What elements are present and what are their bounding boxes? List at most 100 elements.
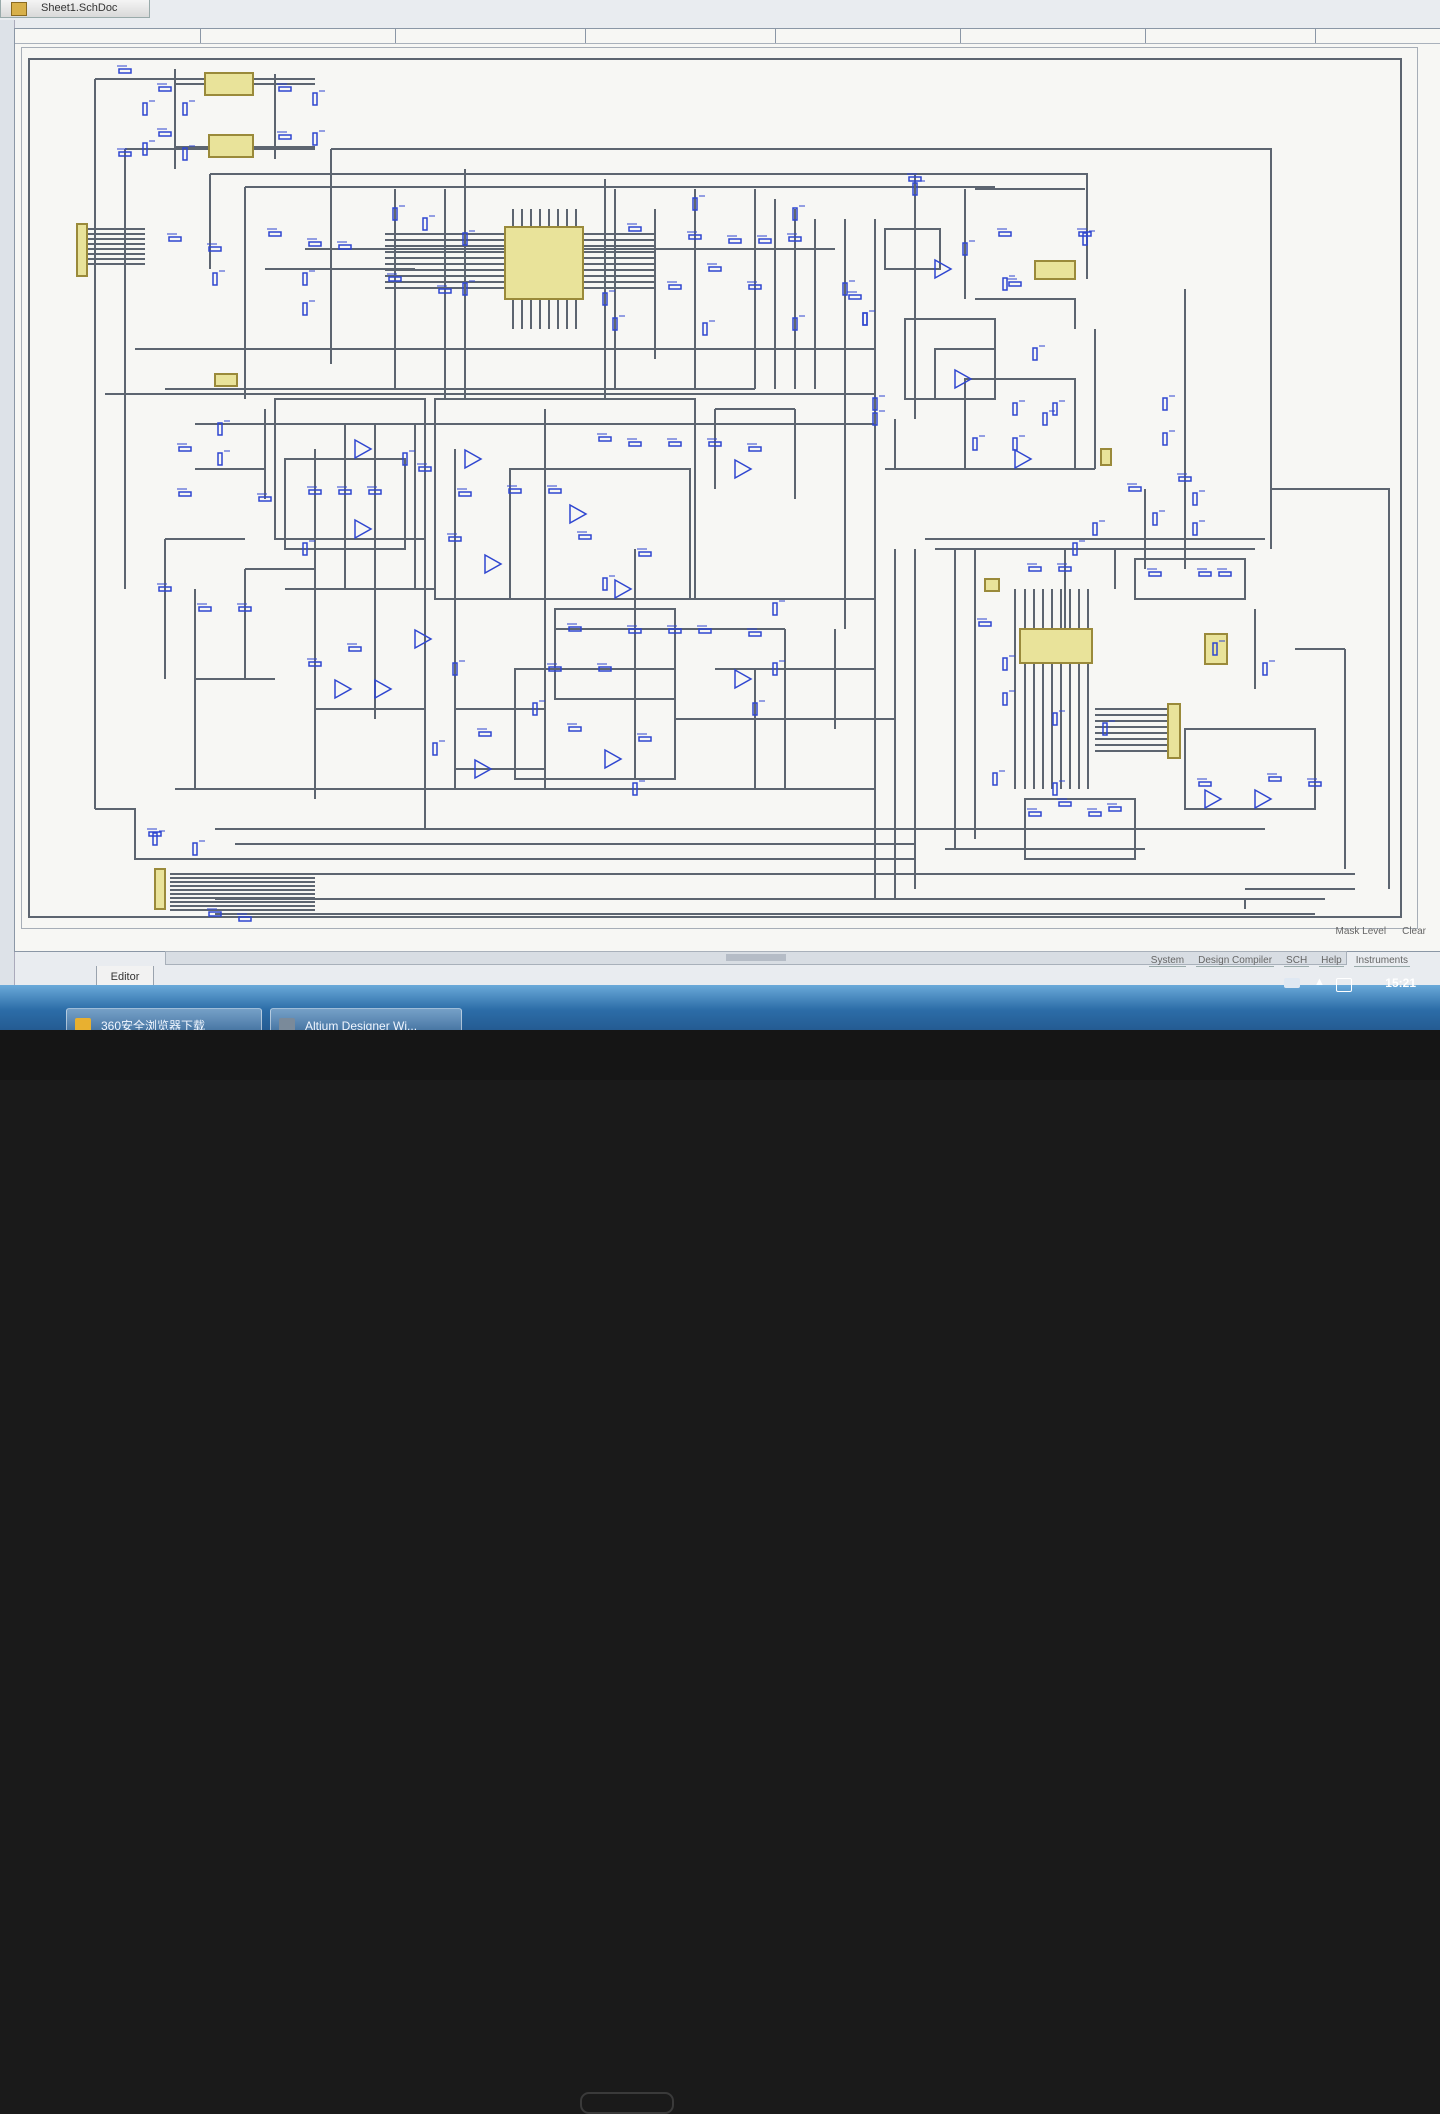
passive-component[interactable] bbox=[1052, 710, 1065, 726]
regulator-chip[interactable] bbox=[204, 72, 254, 96]
passive-component[interactable] bbox=[142, 100, 155, 116]
passive-component[interactable] bbox=[277, 131, 292, 140]
passive-component[interactable] bbox=[992, 770, 1005, 786]
passive-component[interactable] bbox=[637, 733, 652, 742]
passive-component[interactable] bbox=[1012, 400, 1025, 416]
op-amp-symbol[interactable] bbox=[414, 628, 433, 650]
passive-component[interactable] bbox=[307, 238, 322, 247]
passive-component[interactable] bbox=[157, 128, 172, 137]
op-amp-symbol[interactable] bbox=[1204, 788, 1223, 810]
passive-component[interactable] bbox=[1052, 400, 1065, 416]
passive-component[interactable] bbox=[267, 228, 282, 237]
taskbar-item-browser[interactable]: 360安全浏览器下载 bbox=[66, 1008, 262, 1030]
passive-component[interactable] bbox=[312, 130, 325, 146]
passive-component[interactable] bbox=[422, 215, 435, 231]
bottom-connector[interactable] bbox=[154, 868, 166, 910]
passive-component[interactable] bbox=[847, 291, 862, 300]
passive-component[interactable] bbox=[1002, 690, 1015, 706]
passive-component[interactable] bbox=[862, 310, 875, 326]
passive-component[interactable] bbox=[627, 223, 642, 232]
passive-component[interactable] bbox=[277, 83, 292, 92]
passive-component[interactable] bbox=[697, 625, 712, 634]
passive-component[interactable] bbox=[1087, 808, 1102, 817]
status-link-design-compiler[interactable]: Design Compiler bbox=[1196, 955, 1275, 967]
passive-component[interactable] bbox=[997, 228, 1012, 237]
passive-component[interactable] bbox=[602, 575, 615, 591]
op-amp-symbol[interactable] bbox=[604, 748, 623, 770]
passive-component[interactable] bbox=[337, 241, 352, 250]
op-amp-symbol[interactable] bbox=[614, 578, 633, 600]
passive-component[interactable] bbox=[1027, 808, 1042, 817]
passive-component[interactable] bbox=[432, 740, 445, 756]
passive-component[interactable] bbox=[972, 435, 985, 451]
tray-expand-icon[interactable]: ▲ bbox=[1314, 976, 1325, 988]
mask-level-button[interactable]: Mask Level bbox=[1332, 925, 1391, 938]
passive-component[interactable] bbox=[182, 100, 195, 116]
passive-component[interactable] bbox=[177, 443, 192, 452]
passive-component[interactable] bbox=[547, 485, 562, 494]
op-amp-symbol[interactable] bbox=[374, 678, 393, 700]
passive-component[interactable] bbox=[1092, 520, 1105, 536]
logic-ic-chip[interactable] bbox=[1019, 628, 1093, 664]
op-amp-symbol[interactable] bbox=[734, 668, 753, 690]
passive-component[interactable] bbox=[1192, 520, 1205, 536]
monitor-icon[interactable] bbox=[1336, 978, 1352, 992]
op-amp-symbol[interactable] bbox=[334, 678, 353, 700]
passive-component[interactable] bbox=[1147, 568, 1162, 577]
passive-component[interactable] bbox=[212, 270, 225, 286]
op-amp-symbol[interactable] bbox=[354, 518, 373, 540]
passive-component[interactable] bbox=[1217, 568, 1232, 577]
regulator-chip[interactable] bbox=[208, 134, 254, 158]
passive-component[interactable] bbox=[567, 723, 582, 732]
passive-component[interactable] bbox=[667, 438, 682, 447]
passive-component[interactable] bbox=[192, 840, 205, 856]
passive-component[interactable] bbox=[1002, 655, 1015, 671]
microcontroller-chip[interactable] bbox=[504, 226, 584, 300]
passive-component[interactable] bbox=[702, 320, 715, 336]
small-ic-chip[interactable] bbox=[1204, 633, 1228, 665]
passive-component[interactable] bbox=[1007, 278, 1022, 287]
passive-component[interactable] bbox=[1162, 395, 1175, 411]
passive-component[interactable] bbox=[977, 618, 992, 627]
passive-component[interactable] bbox=[627, 438, 642, 447]
connector-chip[interactable] bbox=[1100, 448, 1112, 466]
op-amp-symbol[interactable] bbox=[734, 458, 753, 480]
passive-component[interactable] bbox=[1082, 230, 1095, 246]
op-amp-symbol[interactable] bbox=[1014, 448, 1033, 470]
op-amp-symbol[interactable] bbox=[464, 448, 483, 470]
passive-component[interactable] bbox=[707, 263, 722, 272]
passive-component[interactable] bbox=[1012, 435, 1025, 451]
passive-component[interactable] bbox=[237, 913, 252, 922]
passive-component[interactable] bbox=[1057, 798, 1072, 807]
passive-component[interactable] bbox=[477, 728, 492, 737]
connector-chip[interactable] bbox=[984, 578, 1000, 592]
passive-component[interactable] bbox=[1152, 510, 1165, 526]
passive-component[interactable] bbox=[597, 433, 612, 442]
taskbar-item-altium[interactable]: Altium Designer Wi... bbox=[270, 1008, 462, 1030]
passive-component[interactable] bbox=[152, 830, 165, 846]
passive-component[interactable] bbox=[1052, 780, 1065, 796]
network-icon[interactable] bbox=[1284, 978, 1300, 988]
header-connector[interactable] bbox=[1167, 703, 1181, 759]
left-connector[interactable] bbox=[76, 223, 88, 277]
passive-component[interactable] bbox=[167, 233, 182, 242]
passive-component[interactable] bbox=[727, 235, 742, 244]
passive-component[interactable] bbox=[757, 235, 772, 244]
passive-component[interactable] bbox=[457, 488, 472, 497]
passive-component[interactable] bbox=[1107, 803, 1122, 812]
passive-component[interactable] bbox=[157, 83, 172, 92]
passive-component[interactable] bbox=[1127, 483, 1142, 492]
passive-component[interactable] bbox=[1262, 660, 1275, 676]
document-tab[interactable]: Sheet1.SchDoc bbox=[0, 0, 150, 18]
clear-button[interactable]: Clear bbox=[1398, 925, 1430, 938]
passive-component[interactable] bbox=[1267, 773, 1282, 782]
ic-chip[interactable] bbox=[1034, 260, 1076, 280]
passive-component[interactable] bbox=[772, 600, 785, 616]
schematic-sheet[interactable] bbox=[14, 28, 1440, 965]
passive-component[interactable] bbox=[667, 281, 682, 290]
scrollbar-thumb[interactable] bbox=[726, 954, 786, 961]
op-amp-symbol[interactable] bbox=[484, 553, 503, 575]
passive-component[interactable] bbox=[1027, 563, 1042, 572]
passive-component[interactable] bbox=[747, 443, 762, 452]
passive-component[interactable] bbox=[747, 628, 762, 637]
